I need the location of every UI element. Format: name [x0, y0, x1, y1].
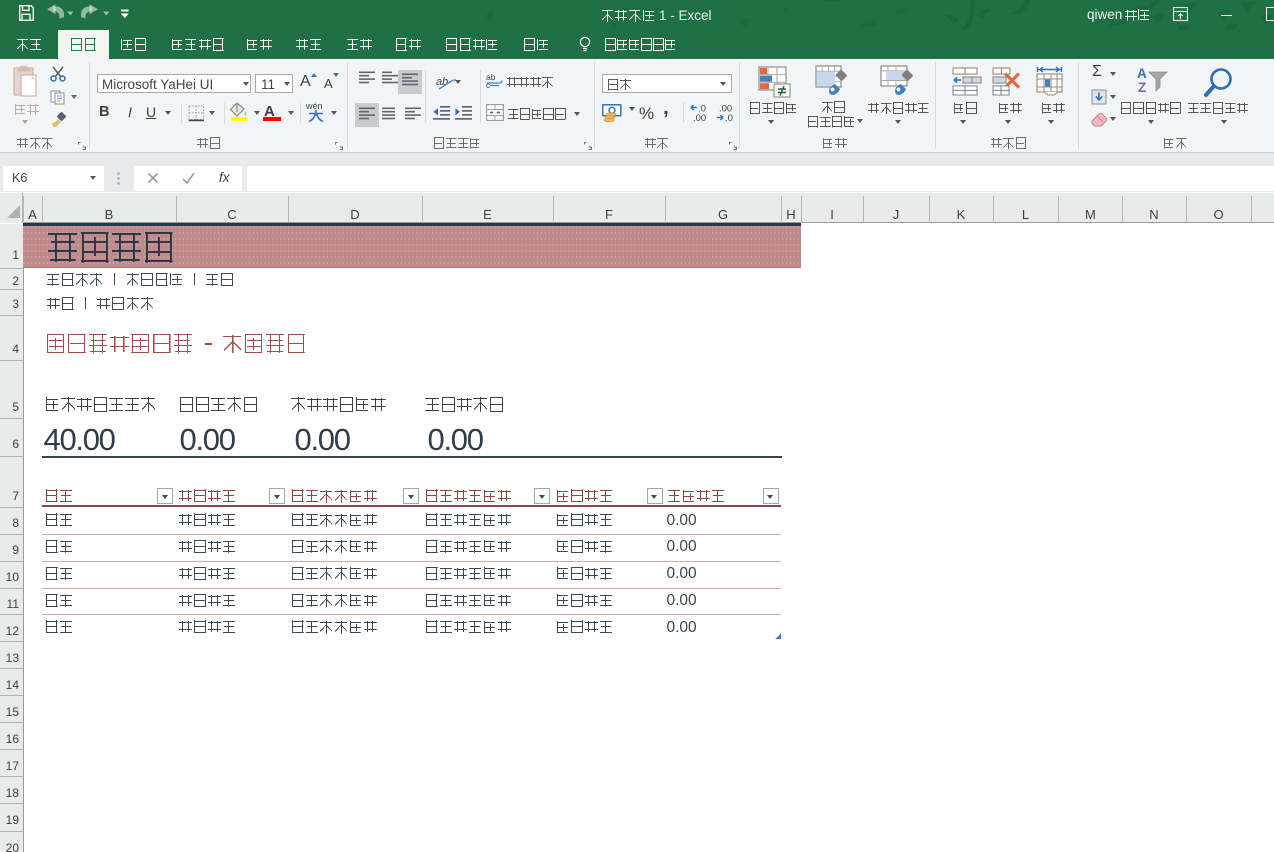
- svg-text:.0: .0: [725, 113, 733, 122]
- svg-text:A: A: [1137, 66, 1147, 81]
- svg-text:Z: Z: [1138, 80, 1146, 95]
- svg-text:.00: .00: [693, 113, 706, 122]
- svg-text:wén: wén: [305, 101, 323, 111]
